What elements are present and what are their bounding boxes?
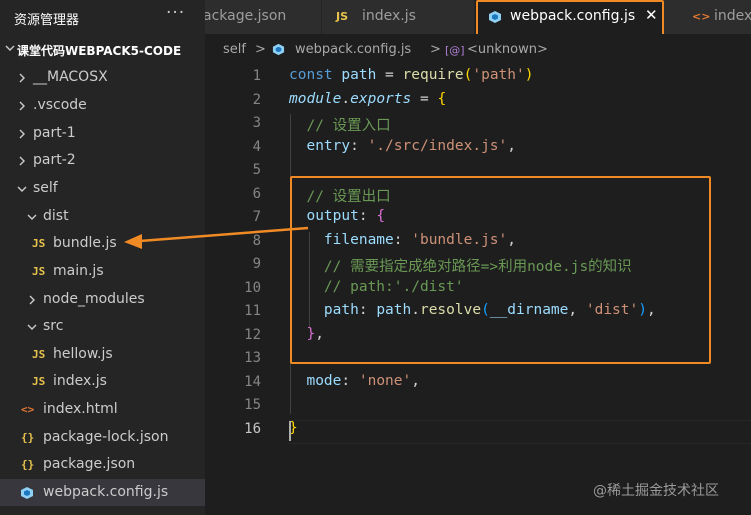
watermark-text: @稀土掘金技术社区: [593, 483, 719, 499]
annotation-arrow: [124, 226, 309, 249]
